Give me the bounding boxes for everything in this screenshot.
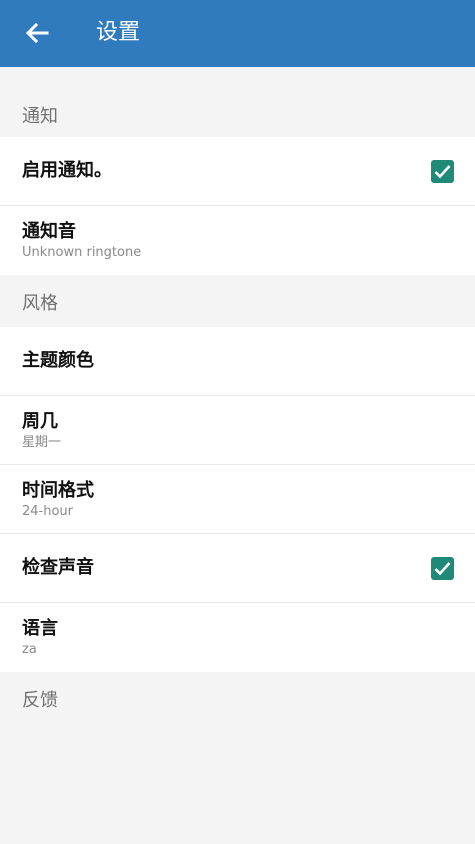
setting-label: 时间格式: [22, 480, 94, 501]
enable-notifications-checkbox[interactable]: [431, 160, 454, 183]
arrow-left-icon: [25, 22, 49, 44]
section-header-notifications: 通知: [0, 67, 475, 137]
setting-notification-sound[interactable]: 通知音 Unknown ringtone: [0, 206, 475, 275]
setting-label: 检查声音: [22, 557, 94, 578]
setting-enable-notifications[interactable]: 启用通知。: [0, 137, 475, 206]
app-bar: 设置: [0, 0, 475, 67]
setting-value: za: [22, 642, 37, 657]
setting-check-sound[interactable]: 检查声音: [0, 534, 475, 603]
setting-label: 启用通知。: [22, 160, 112, 181]
setting-label: 通知音: [22, 221, 76, 242]
setting-language[interactable]: 语言 za: [0, 603, 475, 672]
setting-label: 周几: [22, 411, 58, 432]
setting-label: 语言: [22, 618, 58, 639]
settings-list: 通知 启用通知。 通知音 Unknown ringtone 风格 主题颜色 周几…: [0, 67, 475, 844]
check-icon: [434, 165, 451, 179]
section-header-feedback: 反馈: [0, 672, 475, 724]
setting-label: 主题颜色: [22, 350, 94, 371]
check-sound-checkbox[interactable]: [431, 557, 454, 580]
setting-value: 24-hour: [22, 504, 74, 519]
bottom-empty-area: [0, 724, 475, 844]
setting-value: 星期一: [22, 435, 62, 450]
back-button[interactable]: [22, 18, 52, 48]
section-header-style: 风格: [0, 275, 475, 327]
setting-value: Unknown ringtone: [22, 245, 142, 260]
setting-theme-color[interactable]: 主题颜色: [0, 327, 475, 396]
page-title: 设置: [96, 20, 141, 45]
setting-first-day[interactable]: 周几 星期一: [0, 396, 475, 465]
check-icon: [434, 562, 451, 576]
setting-time-format[interactable]: 时间格式 24-hour: [0, 465, 475, 534]
